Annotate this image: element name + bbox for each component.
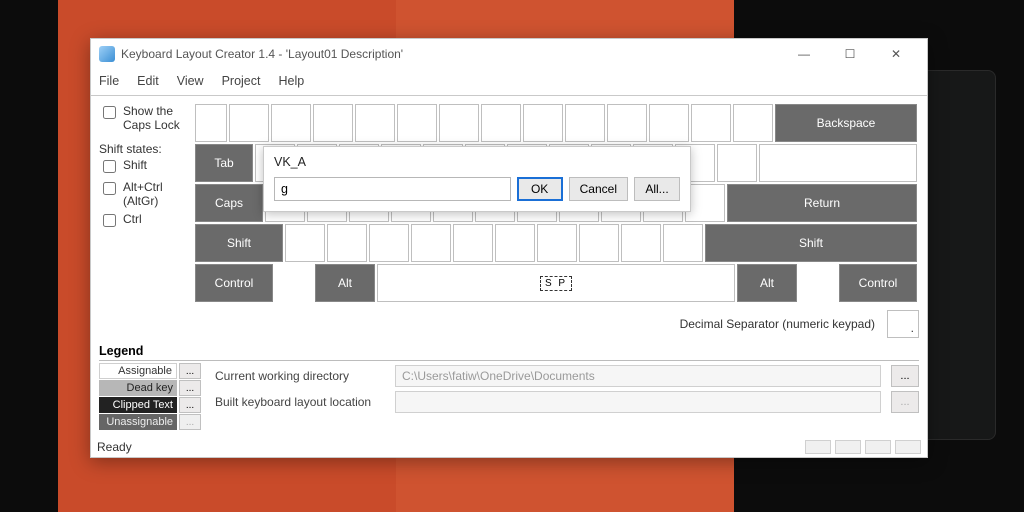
show-caps-checkbox[interactable]: Show the Caps Lock: [99, 104, 189, 132]
built-field: [395, 391, 881, 413]
app-icon: [99, 46, 115, 62]
key[interactable]: [495, 224, 535, 262]
status-cell: [895, 440, 921, 454]
status-cell: [865, 440, 891, 454]
key[interactable]: [607, 104, 647, 142]
key[interactable]: [733, 104, 773, 142]
key-tab[interactable]: Tab: [195, 144, 253, 182]
legend-clipped: Clipped Text: [99, 397, 177, 413]
key[interactable]: [565, 104, 605, 142]
legend-clipped-btn[interactable]: ...: [179, 397, 201, 413]
key[interactable]: [355, 104, 395, 142]
key[interactable]: [411, 224, 451, 262]
status-cell: [805, 440, 831, 454]
key[interactable]: [439, 104, 479, 142]
cwd-label: Current working directory: [215, 369, 385, 383]
shift-checkbox[interactable]: Shift: [99, 158, 189, 176]
decimal-separator-key[interactable]: .: [887, 310, 919, 338]
key[interactable]: [285, 224, 325, 262]
key[interactable]: [579, 224, 619, 262]
key[interactable]: [271, 104, 311, 142]
legend-deadkey: Dead key: [99, 380, 177, 396]
key-shift-right[interactable]: Shift: [705, 224, 917, 262]
menu-edit[interactable]: Edit: [137, 74, 159, 88]
key[interactable]: [481, 104, 521, 142]
key[interactable]: [649, 104, 689, 142]
key[interactable]: [523, 104, 563, 142]
key[interactable]: [195, 104, 227, 142]
cwd-browse-button[interactable]: ...: [891, 365, 919, 387]
status-cell: [835, 440, 861, 454]
space-indicator: S P: [540, 276, 572, 291]
window-title: Keyboard Layout Creator 1.4 - 'Layout01 …: [121, 47, 403, 61]
altgr-checkbox[interactable]: Alt+Ctrl (AltGr): [99, 180, 189, 208]
legend-unassignable: Unassignable: [99, 414, 177, 430]
key[interactable]: [397, 104, 437, 142]
key-edit-dialog: VK_A OK Cancel All...: [263, 146, 691, 212]
status-bar: Ready: [91, 437, 927, 457]
cancel-button[interactable]: Cancel: [569, 177, 628, 201]
popup-label: VK_A: [274, 155, 680, 169]
key[interactable]: [369, 224, 409, 262]
key[interactable]: [229, 104, 269, 142]
options-panel: Show the Caps Lock Shift states: Shift A…: [99, 104, 189, 338]
key[interactable]: [663, 224, 703, 262]
key[interactable]: [621, 224, 661, 262]
decimal-separator-label: Decimal Separator (numeric keypad): [680, 317, 875, 331]
titlebar: Keyboard Layout Creator 1.4 - 'Layout01 …: [91, 39, 927, 69]
legend-unassignable-btn: ...: [179, 414, 201, 430]
cwd-field: [395, 365, 881, 387]
key[interactable]: [685, 184, 725, 222]
legend-deadkey-btn[interactable]: ...: [179, 380, 201, 396]
built-browse-button: ...: [891, 391, 919, 413]
ok-button[interactable]: OK: [517, 177, 563, 201]
key[interactable]: [759, 144, 917, 182]
menubar: File Edit View Project Help: [91, 69, 927, 93]
menu-view[interactable]: View: [177, 74, 204, 88]
key-space[interactable]: S P: [377, 264, 735, 302]
menu-help[interactable]: Help: [278, 74, 304, 88]
legend-assignable-btn[interactable]: ...: [179, 363, 201, 379]
key-caps[interactable]: Caps: [195, 184, 263, 222]
shift-states-label: Shift states:: [99, 142, 189, 156]
key[interactable]: [327, 224, 367, 262]
built-label: Built keyboard layout location: [215, 395, 385, 409]
key[interactable]: [717, 144, 757, 182]
key-shift-left[interactable]: Shift: [195, 224, 283, 262]
popup-input[interactable]: [274, 177, 511, 201]
minimize-button[interactable]: —: [781, 39, 827, 69]
key-control-left[interactable]: Control: [195, 264, 273, 302]
all-button[interactable]: All...: [634, 177, 680, 201]
app-window: Keyboard Layout Creator 1.4 - 'Layout01 …: [90, 38, 928, 458]
key[interactable]: [691, 104, 731, 142]
status-text: Ready: [97, 440, 132, 454]
menu-file[interactable]: File: [99, 74, 119, 88]
key-return[interactable]: Return: [727, 184, 917, 222]
maximize-button[interactable]: ☐: [827, 39, 873, 69]
menu-project[interactable]: Project: [222, 74, 261, 88]
legend-title: Legend: [99, 344, 919, 361]
ctrl-checkbox[interactable]: Ctrl: [99, 212, 189, 230]
close-button[interactable]: ✕: [873, 39, 919, 69]
key-alt-left[interactable]: Alt: [315, 264, 375, 302]
key-alt-right[interactable]: Alt: [737, 264, 797, 302]
keyboard-area: Backspace Tab Caps Return Shift Shift: [195, 104, 919, 338]
key[interactable]: [313, 104, 353, 142]
legend-assignable: Assignable: [99, 363, 177, 379]
key-control-right[interactable]: Control: [839, 264, 917, 302]
key[interactable]: [537, 224, 577, 262]
legend-list: Assignable... Dead key... Clipped Text..…: [99, 363, 201, 431]
key[interactable]: [453, 224, 493, 262]
key-backspace[interactable]: Backspace: [775, 104, 917, 142]
